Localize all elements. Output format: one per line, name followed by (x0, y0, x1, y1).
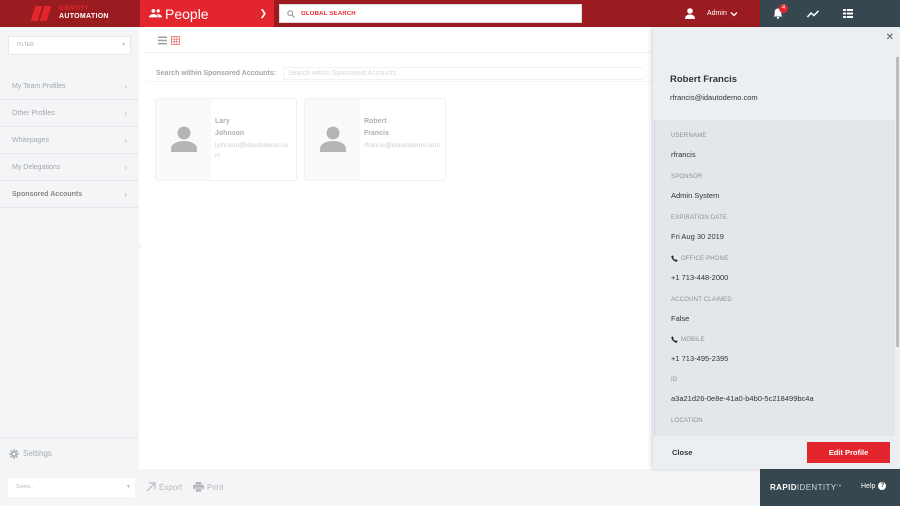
help-button[interactable]: Help ? (861, 482, 887, 490)
chevron-down-icon: ❯ (259, 8, 267, 18)
print-button[interactable]: Print (193, 480, 223, 494)
export-arrow-icon (146, 482, 156, 492)
profile-fields: USERNAME rfrancis SPONSOR Admin System E… (654, 120, 895, 436)
field-username: USERNAME rfrancis (671, 133, 707, 159)
person-last-name: Johnson (215, 130, 245, 137)
profile-name: Robert Francis (670, 74, 738, 85)
close-icon[interactable]: ✕ (886, 32, 894, 43)
profile-detail-panel: ✕ Robert Francis rfrancis@idautodemo.com… (653, 27, 900, 469)
field-office-phone: OFFICE PHONE +1 713-448-2000 (671, 255, 729, 282)
edit-profile-button[interactable]: Edit Profile (807, 442, 890, 463)
brand-logo[interactable]: IDENTITY AUTOMATION (0, 0, 140, 27)
sidebar: FILTER ▼ My Team Profiles › Other Profil… (0, 27, 139, 469)
main-content: Search within Sponsored Accounts: Lary J… (145, 27, 653, 469)
person-first-name: Robert (364, 118, 387, 125)
chevron-right-icon: › (124, 136, 127, 145)
person-last-name: Francis (364, 130, 389, 137)
sidebar-nav: My Team Profiles › Other Profiles › Whit… (0, 73, 139, 208)
global-search-input[interactable] (301, 10, 571, 17)
field-expiration-date: EXPIRATION DATE Fri Aug 30 2019 (671, 215, 728, 241)
gear-icon (9, 448, 19, 459)
person-email: rfrancis@idautodemo.com (364, 142, 440, 149)
grid-view-icon[interactable] (171, 36, 180, 45)
sidebar-item-sponsored-accounts[interactable]: Sponsored Accounts › (0, 181, 139, 208)
trending-icon (807, 9, 819, 17)
notifications-button[interactable] (763, 0, 793, 27)
phone-icon (671, 336, 678, 343)
avatar-icon (320, 126, 346, 152)
avatar-icon (171, 126, 197, 152)
bottom-select[interactable]: Select... ▼ (8, 478, 135, 497)
rapid-identity-footer: RAPIDIDENTITYTM Help ? (760, 469, 900, 506)
panel-footer: Close Edit Profile (653, 436, 900, 469)
export-button[interactable]: Export (146, 480, 182, 494)
divider (145, 81, 653, 82)
select-placeholder: Select... (16, 484, 35, 490)
user-name: Admin (707, 10, 727, 17)
help-circle-icon: ? (878, 482, 887, 490)
sidebar-item-label: Other Profiles (12, 110, 55, 117)
help-label: Help (861, 482, 876, 490)
analytics-button[interactable] (798, 0, 828, 27)
person-card[interactable]: Lary Johnson ljohnson@idautodemo.com (155, 98, 297, 181)
module-selector[interactable]: People ❯ (140, 0, 274, 27)
panel-scrollbar[interactable] (896, 57, 899, 347)
brand-line2: AUTOMATION (59, 13, 109, 20)
rapid-identity-logo: RAPIDIDENTITYTM (770, 483, 842, 492)
field-location: LOCATION (671, 418, 703, 424)
person-email: ljohnson@idautodemo.com (215, 142, 289, 159)
user-menu[interactable]: Admin (680, 0, 760, 27)
close-button[interactable]: Close (672, 448, 692, 457)
sidebar-item-label: Sponsored Accounts (12, 191, 83, 198)
caret-down-icon: ▼ (121, 42, 126, 48)
sidebar-item-label: Whitepages (12, 137, 49, 144)
chevron-right-icon: › (124, 163, 127, 172)
chevron-right-icon: › (124, 190, 127, 199)
view-toggle (158, 36, 180, 45)
divider (145, 52, 653, 53)
sidebar-item-label: My Delegations (12, 164, 61, 171)
list-view-icon[interactable] (158, 36, 167, 45)
sponsored-search-row: Search within Sponsored Accounts: (156, 67, 643, 80)
user-icon (685, 8, 695, 19)
search-icon (287, 9, 295, 18)
printer-icon (193, 482, 204, 492)
settings-button[interactable]: Settings (0, 437, 139, 469)
identity-automation-logo-icon (30, 6, 55, 21)
field-id: ID a3a21d26-0e8e-41a0-b4b0-5c218499bc4a (671, 377, 814, 403)
filter-dropdown[interactable]: FILTER ▼ (8, 36, 131, 55)
chevron-right-icon: › (124, 109, 127, 118)
sidebar-item-other-profiles[interactable]: Other Profiles › (0, 100, 139, 127)
sponsored-search-input[interactable] (282, 67, 643, 80)
chevron-down-icon (730, 12, 738, 17)
module-title: People (165, 6, 209, 22)
phone-icon (671, 255, 678, 262)
person-card[interactable]: Robert Francis rfrancis@idautodemo.com (304, 98, 446, 181)
person-first-name: Lary (215, 118, 230, 125)
apps-button[interactable] (833, 0, 863, 27)
notification-count-badge: 4 (779, 4, 788, 13)
table-grid-icon (843, 9, 853, 18)
profile-email: rfrancis@idautodemo.com (670, 93, 758, 102)
field-mobile: MOBILE +1 713-495-2395 (671, 336, 729, 363)
sidebar-collapse-handle[interactable]: ‹ (140, 244, 144, 250)
settings-label: Settings (23, 449, 52, 458)
print-label: Print (207, 482, 224, 492)
sidebar-item-my-team-profiles[interactable]: My Team Profiles › (0, 73, 139, 100)
filter-placeholder: FILTER (17, 42, 34, 48)
sidebar-item-label: My Team Profiles (12, 83, 66, 90)
people-icon (149, 8, 162, 18)
chevron-right-icon: › (124, 82, 127, 91)
caret-down-icon: ▼ (126, 484, 131, 490)
export-label: Export (159, 482, 183, 492)
field-account-claimed: ACCOUNT CLAIMED False (671, 297, 732, 323)
sidebar-item-whitepages[interactable]: Whitepages › (0, 127, 139, 154)
sponsored-search-label: Search within Sponsored Accounts: (156, 70, 276, 77)
brand-line1: IDENTITY (59, 6, 89, 12)
field-sponsor: SPONSOR Admin System (671, 174, 720, 200)
sidebar-item-my-delegations[interactable]: My Delegations › (0, 154, 139, 181)
global-search[interactable] (279, 4, 582, 23)
